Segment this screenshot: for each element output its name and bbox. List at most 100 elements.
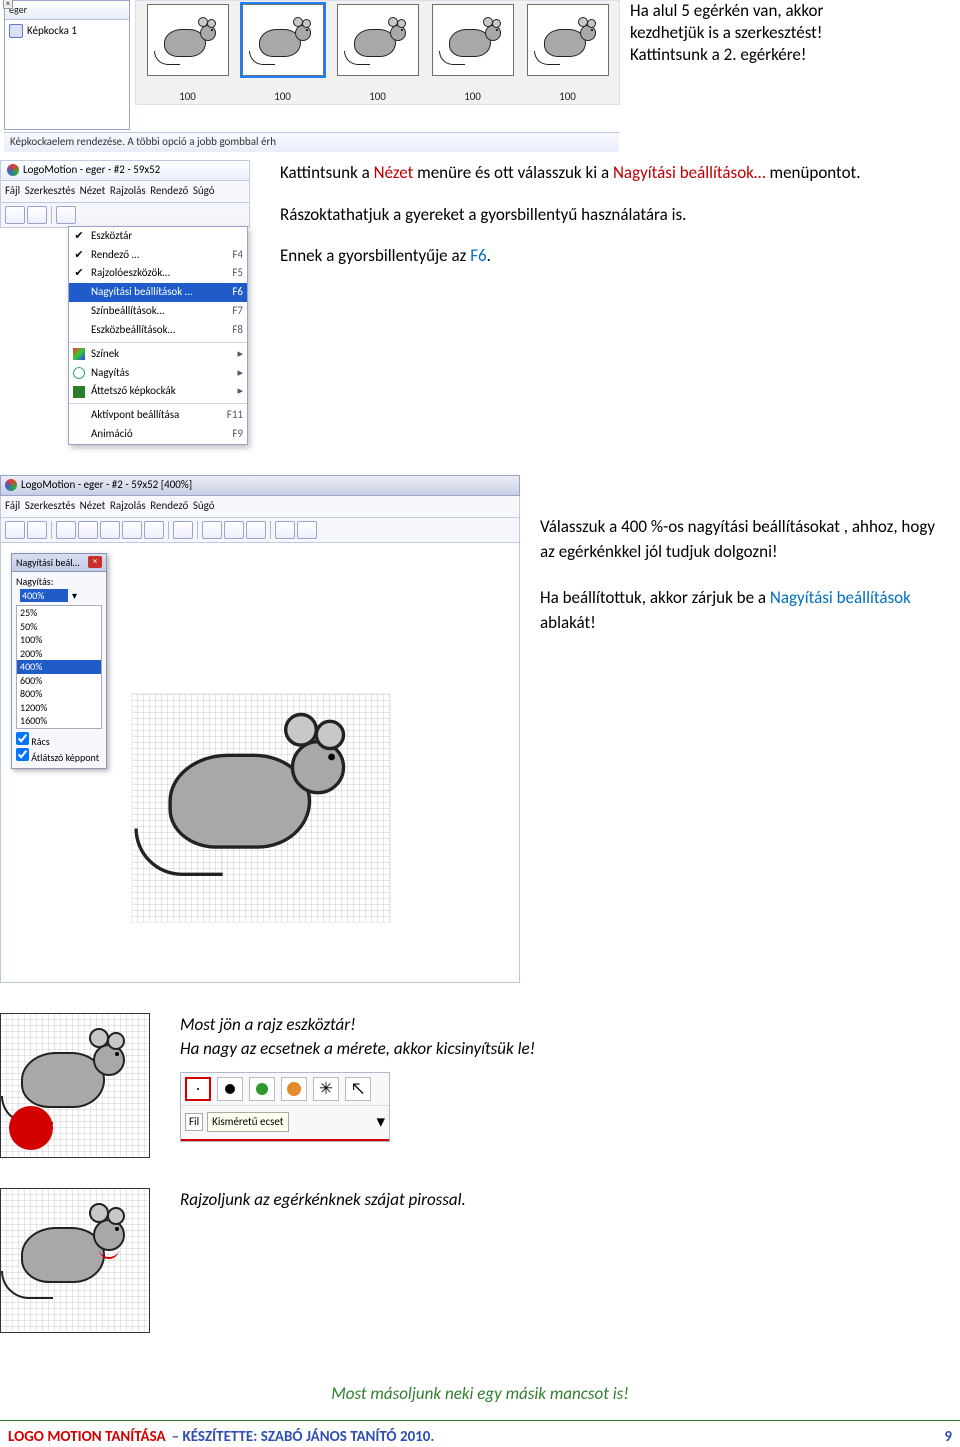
tool-icon[interactable]	[297, 521, 317, 539]
menu-item-nagyitasi[interactable]: Nagyítási beállítások …F6	[69, 283, 247, 302]
frame-4-value: 100	[464, 90, 481, 105]
nezet-screenshot: LogoMotion - eger - #2 - 59x52 Fájl Szer…	[0, 160, 250, 445]
top-screenshot: × eger Képkocka 1 100 100 100 100 100 Ha…	[0, 0, 960, 150]
footer-title: LOGO MOTION TANÍTÁSA	[8, 1427, 166, 1447]
zoom-menubar[interactable]: Fájl Szerkesztés Nézet Rajzolás Rendező …	[0, 496, 520, 518]
zoom-canvas: Nagyítási beál… × Nagyítás: 400%▾ 25% 50…	[0, 543, 520, 983]
cursor-icon[interactable]: ↖	[345, 1077, 371, 1101]
zoom-opt[interactable]: 800%	[17, 687, 101, 701]
app-logo-icon	[7, 164, 19, 176]
frame-3-value: 100	[369, 90, 386, 105]
mouse-icon	[348, 15, 408, 65]
menu-sugo[interactable]: Súgó	[193, 184, 215, 199]
frame-4[interactable]	[432, 4, 514, 76]
grid-checkbox[interactable]: Rács	[16, 732, 102, 749]
menu-item-nagyitas[interactable]: Nagyítás▸	[69, 364, 247, 383]
frame-2-value: 100	[274, 90, 291, 105]
menubar[interactable]: Fájl Szerkesztés Nézet Rajzolás Rendező …	[0, 181, 250, 203]
menu-item-rajzoloeszkozok[interactable]: ✔Rajzolóeszközök…F5	[69, 264, 247, 283]
page-number: 9	[944, 1427, 952, 1447]
delete-icon[interactable]	[173, 521, 193, 539]
magnifier-icon	[73, 367, 85, 379]
zoom-opt[interactable]: 1200%	[17, 701, 101, 715]
menu-rendezo[interactable]: Rendező	[150, 184, 188, 199]
open-icon[interactable]	[5, 206, 25, 224]
brush-medium[interactable]	[217, 1077, 243, 1101]
tool-icon[interactable]	[202, 521, 222, 539]
bottom-note: Most másoljunk neki egy másik mancsot is…	[0, 1383, 960, 1406]
menu-fajl[interactable]: Fájl	[5, 184, 20, 199]
app-logo-icon	[5, 479, 17, 491]
frames-strip: 100 100 100 100 100	[135, 0, 620, 105]
open-icon[interactable]	[5, 521, 25, 539]
tool-icon[interactable]	[246, 521, 266, 539]
toolbar	[0, 203, 250, 228]
frame-list-item[interactable]: Képkocka 1	[5, 20, 129, 43]
menu-rajzolas[interactable]: Rajzolás	[110, 184, 146, 199]
menu-item-attetszo[interactable]: Áttetsző képkockák▸	[69, 382, 247, 401]
play-icon[interactable]	[144, 521, 164, 539]
menu-item-eszkoztar[interactable]: ✔Eszköztár	[69, 227, 247, 246]
menu-separator	[69, 403, 247, 404]
brush-spray-icon[interactable]: ✳︎	[313, 1077, 339, 1101]
brush-green[interactable]	[249, 1077, 275, 1101]
frame-1-value: 100	[179, 90, 196, 105]
zoom-toolbar	[0, 518, 520, 543]
fil-label: Fil	[185, 1113, 203, 1131]
status-bar: Képkockaelem rendezése. A többi opció a …	[4, 132, 619, 152]
menu-item-rendezo[interactable]: ✔Rendező …F4	[69, 246, 247, 265]
zoom-palette-title: Nagyítási beál… ×	[12, 554, 106, 573]
mouse-with-mouth-image	[0, 1188, 150, 1333]
zoom-opt[interactable]: 1600%	[17, 714, 101, 728]
frame-3[interactable]	[337, 4, 419, 76]
save-icon[interactable]	[27, 206, 47, 224]
zoom-opt[interactable]: 50%	[17, 620, 101, 634]
zoom-opt[interactable]: 200%	[17, 647, 101, 661]
menu-item-szinbeallitasok[interactable]: Színbeállítások…F7	[69, 302, 247, 321]
mouse-icon	[538, 15, 598, 65]
red-ball-icon	[9, 1106, 53, 1150]
palette-icon	[73, 348, 85, 360]
menu-item-animacio[interactable]: AnimációF9	[69, 425, 247, 444]
mouse-with-ball-image	[0, 1013, 150, 1158]
mouth-instruction: Rajzoljunk az egérkénknek szájat pirossa…	[180, 1188, 960, 1213]
menu-item-eszkozbeallitasok[interactable]: Eszközbeállítások…F8	[69, 321, 247, 340]
frame-1[interactable]	[147, 4, 229, 76]
next-icon[interactable]	[100, 521, 120, 539]
close-icon[interactable]: ×	[3, 0, 13, 9]
brush-small[interactable]	[185, 1077, 211, 1101]
frame-2[interactable]	[242, 4, 324, 76]
tool-icon[interactable]	[224, 521, 244, 539]
frame-5[interactable]	[527, 4, 609, 76]
mouse-icon	[148, 706, 352, 876]
prev-icon[interactable]	[78, 521, 98, 539]
zoom-options-list: 25% 50% 100% 200% 400% 600% 800% 1200% 1…	[16, 605, 102, 729]
tool-icon[interactable]	[275, 521, 295, 539]
zoom-opt[interactable]: 100%	[17, 633, 101, 647]
last-icon[interactable]	[122, 521, 142, 539]
zoom-opt[interactable]: 25%	[17, 606, 101, 620]
zoom-opt[interactable]: 600%	[17, 674, 101, 688]
zoom-window-title: LogoMotion - eger - #2 - 59x52 [400%]	[0, 475, 520, 496]
transparent-checkbox[interactable]: Átlátszó képpont	[16, 748, 102, 765]
menu-szerkesztes[interactable]: Szerkesztés	[25, 184, 75, 199]
menu-item-szinek[interactable]: Színek▸	[69, 345, 247, 364]
menu-separator	[69, 342, 247, 343]
first-icon[interactable]	[56, 521, 76, 539]
frame-list-panel: × eger Képkocka 1	[4, 0, 130, 130]
save-icon[interactable]	[27, 521, 47, 539]
menu-item-aktivpont[interactable]: Aktívpont beállításaF11	[69, 406, 247, 425]
mouse-icon	[158, 15, 218, 65]
frame-5-value: 100	[559, 90, 576, 105]
brush-toolbar: ✳︎ ↖ Fil Kisméretű ecset ▾	[180, 1072, 390, 1142]
zoom-value-select[interactable]: 400%	[20, 589, 68, 603]
zoom-opt-selected[interactable]: 400%	[17, 660, 101, 674]
tool-icon[interactable]	[56, 206, 76, 224]
brush-tooltip: Kisméretű ecset	[207, 1112, 288, 1132]
close-icon[interactable]: ×	[88, 556, 102, 568]
nezet-dropdown: ✔Eszköztár ✔Rendező …F4 ✔Rajzolóeszközök…	[68, 226, 248, 445]
menu-nezet[interactable]: Nézet	[80, 184, 106, 199]
window-title: LogoMotion - eger - #2 - 59x52	[0, 160, 250, 181]
brush-orange[interactable]	[281, 1077, 307, 1101]
page-footer: LOGO MOTION TANÍTÁSA – KÉSZÍTETTE: SZABÓ…	[0, 1427, 960, 1447]
